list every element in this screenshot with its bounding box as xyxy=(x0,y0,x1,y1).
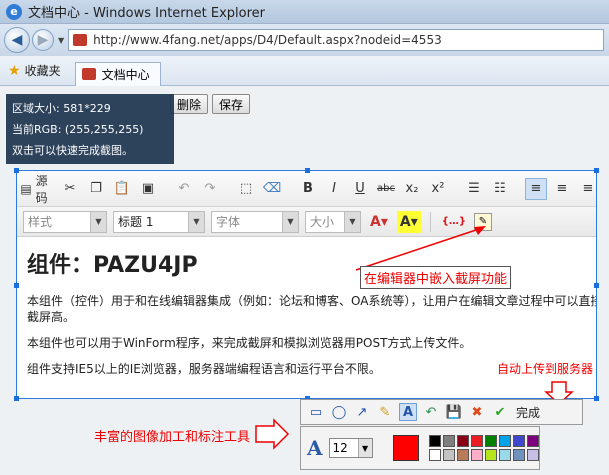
ellipse-tool-icon[interactable]: ◯ xyxy=(330,403,348,421)
undo-tool-icon[interactable]: ↶ xyxy=(422,403,440,421)
tools-annotation: 丰富的图像加工和标注工具 xyxy=(94,430,251,445)
text-style-toolbar: A 12 ▼ xyxy=(300,426,540,470)
color-swatch[interactable] xyxy=(498,435,511,447)
color-swatch[interactable] xyxy=(456,435,469,447)
save-tool-icon[interactable]: 💾 xyxy=(445,403,463,421)
font-size-value: 12 xyxy=(332,441,348,455)
color-swatch[interactable] xyxy=(428,449,441,461)
font-size-icon: A xyxy=(307,436,323,460)
color-swatch[interactable] xyxy=(470,449,483,461)
arrow-tool-icon[interactable]: ↗ xyxy=(353,403,371,421)
color-swatch[interactable] xyxy=(512,449,525,461)
cancel-icon[interactable]: ✖ xyxy=(468,403,486,421)
color-swatch[interactable] xyxy=(456,449,469,461)
upload-annotation: 自动上传到服务器 xyxy=(497,362,594,376)
embed-annotation: 在编辑器中嵌入截屏功能 xyxy=(360,266,512,289)
done-button[interactable]: 完成 xyxy=(516,404,540,421)
color-swatch[interactable] xyxy=(442,449,455,461)
color-swatch[interactable] xyxy=(512,435,525,447)
embed-arrow-line xyxy=(355,227,483,271)
tools-right-arrow xyxy=(255,418,290,450)
current-color-swatch[interactable] xyxy=(392,435,419,461)
capture-toolbar: ▭ ◯ ↗ ✎ A ↶ 💾 ✖ ✔ 完成 xyxy=(300,399,583,425)
color-swatch[interactable] xyxy=(470,435,483,447)
color-swatch[interactable] xyxy=(484,435,497,447)
color-swatch[interactable] xyxy=(526,449,539,461)
color-swatch[interactable] xyxy=(498,449,511,461)
done-check-icon[interactable]: ✔ xyxy=(491,403,509,421)
color-swatch[interactable] xyxy=(484,449,497,461)
color-palette xyxy=(428,435,539,461)
color-swatch[interactable] xyxy=(428,435,441,447)
font-size-select[interactable]: 12 ▼ xyxy=(328,438,373,458)
chevron-down-icon: ▼ xyxy=(357,439,372,457)
text-tool-icon[interactable]: A xyxy=(399,403,417,421)
brush-tool-icon[interactable]: ✎ xyxy=(376,403,394,421)
embed-arrow-head xyxy=(474,226,486,235)
rectangle-tool-icon[interactable]: ▭ xyxy=(307,403,325,421)
color-swatch[interactable] xyxy=(526,435,539,447)
color-swatch[interactable] xyxy=(442,435,455,447)
